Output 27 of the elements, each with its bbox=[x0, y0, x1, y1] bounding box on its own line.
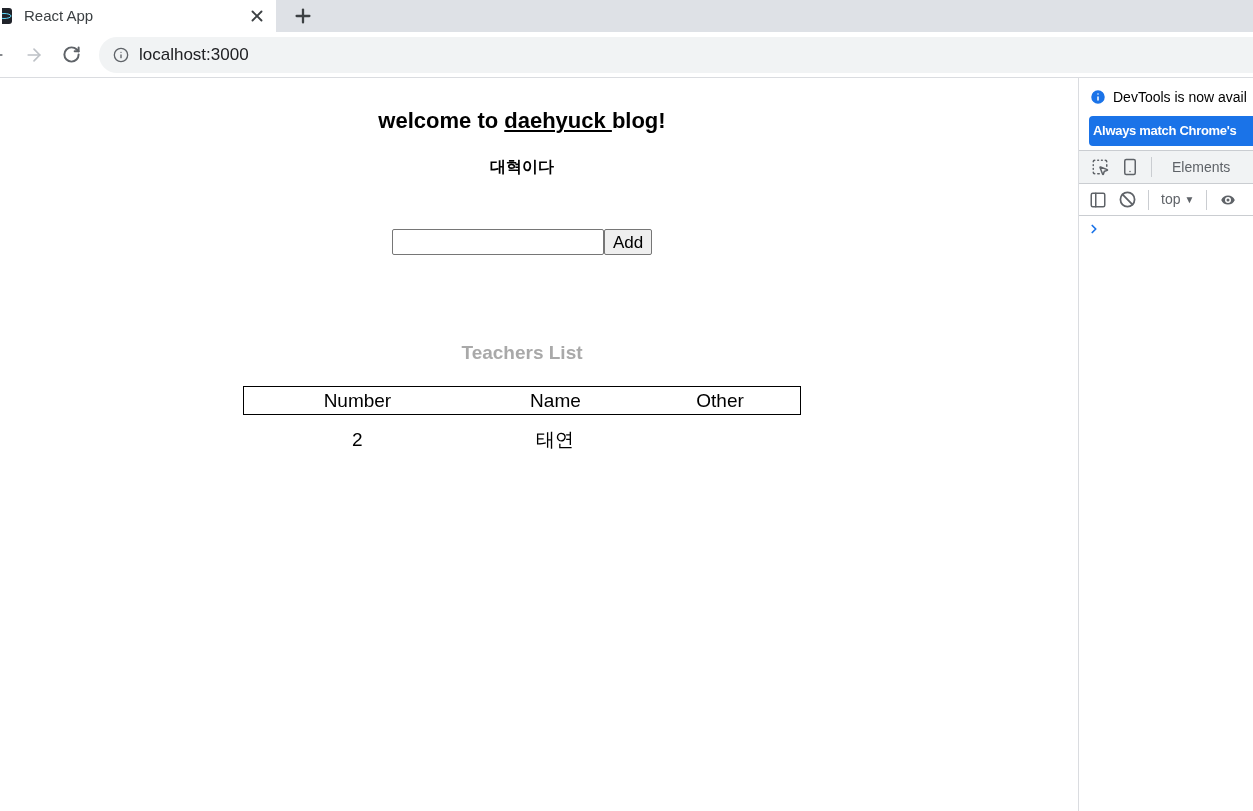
notice-text: DevTools is now avail bbox=[1113, 87, 1247, 107]
url-text: localhost:3000 bbox=[139, 43, 249, 66]
column-header: Name bbox=[470, 386, 641, 414]
author-link[interactable]: daehyuck bbox=[504, 108, 612, 133]
page-title: welcome to daehyuck blog! bbox=[378, 107, 666, 135]
table-cell: 2 bbox=[351, 429, 363, 450]
sidebar-icon[interactable] bbox=[1089, 190, 1107, 209]
info-icon bbox=[113, 46, 129, 63]
address-bar[interactable]: localhost:3000 bbox=[99, 36, 1253, 73]
table-cell: 태연 bbox=[536, 429, 575, 450]
caret-icon: ▼ bbox=[1184, 192, 1195, 207]
context-selector[interactable]: top ▼ bbox=[1161, 189, 1195, 210]
browser-tab[interactable]: React App bbox=[0, 0, 276, 32]
match-button[interactable]: Always match Chrome's bbox=[1089, 116, 1253, 146]
column-header: Number bbox=[243, 386, 471, 414]
list-title: Teachers List bbox=[461, 341, 583, 365]
device-icon[interactable] bbox=[1121, 158, 1139, 176]
input-field[interactable] bbox=[391, 229, 604, 255]
clear-icon[interactable] bbox=[1119, 191, 1136, 208]
tab-title: React App bbox=[24, 5, 95, 26]
add-button[interactable]: Add bbox=[603, 229, 653, 255]
devtools-tab[interactable]: Elements bbox=[1172, 156, 1231, 178]
reload-icon[interactable] bbox=[62, 45, 81, 64]
subtitle: 대혁이다 bbox=[490, 157, 554, 177]
column-header: Other bbox=[640, 386, 801, 414]
inspect-icon[interactable] bbox=[1091, 158, 1109, 176]
info-icon bbox=[1089, 88, 1107, 106]
